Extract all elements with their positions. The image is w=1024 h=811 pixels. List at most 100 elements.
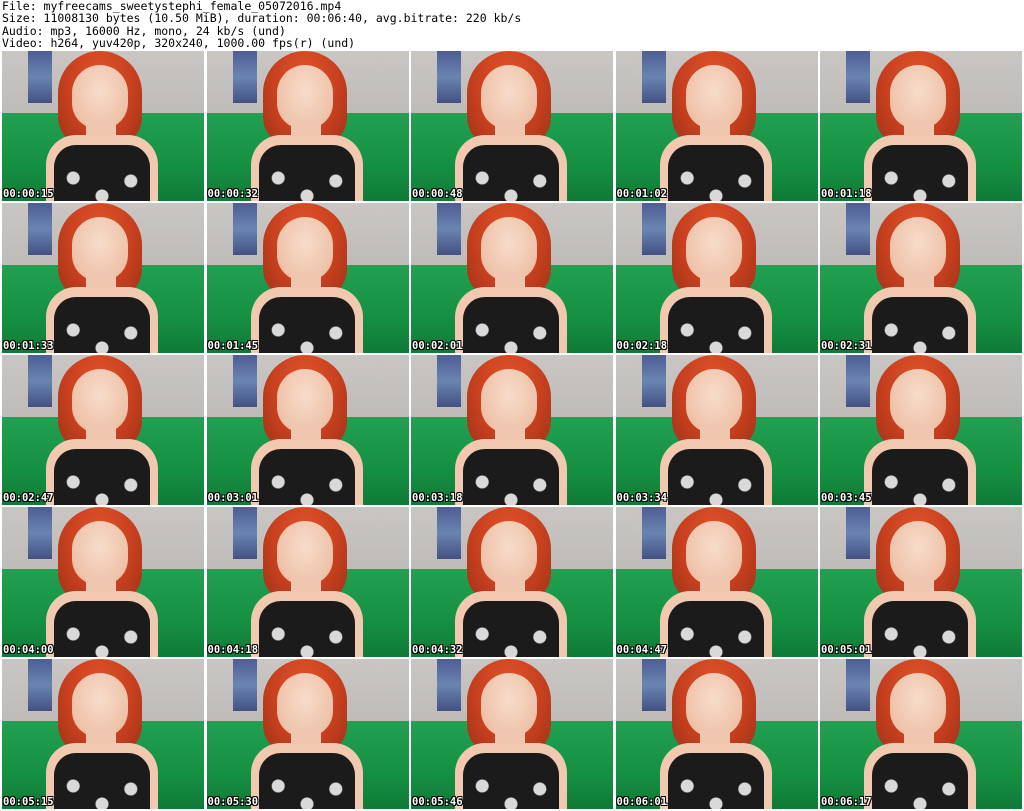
- thumbnail-wall-art: [232, 507, 257, 559]
- thumbnail-wall-art: [28, 507, 52, 559]
- thumbnail-timestamp: 00:00:48: [412, 188, 463, 200]
- thumbnail-top: [872, 753, 968, 809]
- thumbnail-face: [890, 369, 946, 433]
- thumbnail-face: [481, 369, 537, 433]
- video-thumbnail: 00:04:00: [2, 507, 204, 657]
- thumbnail-top: [54, 753, 150, 809]
- thumbnail-face: [276, 369, 333, 433]
- video-thumbnail: 00:01:33: [2, 203, 204, 353]
- video-thumbnail: 00:04:32: [411, 507, 613, 657]
- thumbnail-wall-art: [28, 51, 52, 103]
- video-thumbnail: 00:01:18: [820, 51, 1022, 201]
- thumbnail-face: [685, 217, 742, 281]
- thumbnail-top: [463, 449, 559, 505]
- thumbnail-wall-art: [437, 51, 461, 103]
- thumbnail-top: [463, 601, 559, 657]
- thumbnail-wall-art: [437, 203, 461, 255]
- video-thumbnail: 00:00:32: [206, 51, 409, 201]
- thumbnail-timestamp: 00:02:01: [412, 340, 463, 352]
- thumbnail-wall-art: [28, 659, 52, 711]
- thumbnail-timestamp: 00:01:45: [207, 340, 259, 352]
- thumbnail-face: [276, 217, 333, 281]
- thumbnail-wall-art: [437, 355, 461, 407]
- video-thumbnail: 00:00:15: [2, 51, 204, 201]
- thumbnail-top: [872, 449, 968, 505]
- thumbnail-timestamp: 00:01:33: [3, 340, 54, 352]
- thumbnail-top: [463, 753, 559, 809]
- thumbnail-timestamp: 00:00:15: [3, 188, 54, 200]
- video-info-line: Video: h264, yuv420p, 320x240, 1000.00 f…: [2, 36, 356, 51]
- thumbnail-top: [258, 449, 355, 505]
- thumbnail-face: [890, 673, 946, 737]
- thumbnail-timestamp: 00:06:17: [821, 796, 872, 808]
- thumbnail-wall-art: [846, 203, 870, 255]
- thumbnail-wall-art: [437, 659, 461, 711]
- video-thumbnail: 00:05:01: [820, 507, 1022, 657]
- thumbnail-top: [463, 297, 559, 353]
- thumbnail-timestamp: 00:01:18: [821, 188, 872, 200]
- thumbnail-face: [72, 521, 128, 585]
- thumbnail-wall-art: [232, 203, 257, 255]
- thumbnail-face: [72, 217, 128, 281]
- thumbnail-face: [481, 65, 537, 129]
- thumbnail-timestamp: 00:00:32: [207, 188, 259, 200]
- thumbnail-wall-art: [641, 355, 666, 407]
- thumbnail-wall-art: [437, 507, 461, 559]
- video-thumbnail: 00:04:47: [615, 507, 818, 657]
- thumbnail-top: [872, 297, 968, 353]
- thumbnail-face: [276, 673, 333, 737]
- video-thumbnail: 00:00:48: [411, 51, 613, 201]
- thumbnail-wall-art: [28, 203, 52, 255]
- thumbnail-face: [276, 521, 333, 585]
- thumbnail-timestamp: 00:04:32: [412, 644, 463, 656]
- thumbnail-timestamp: 00:03:34: [616, 492, 668, 504]
- thumbnail-timestamp: 00:02:47: [3, 492, 54, 504]
- video-thumbnail: 00:03:18: [411, 355, 613, 505]
- thumbnail-timestamp: 00:05:15: [3, 796, 54, 808]
- video-thumbnail: 00:02:18: [615, 203, 818, 353]
- video-thumbnail: 00:05:15: [2, 659, 204, 809]
- thumbnail-wall-art: [846, 507, 870, 559]
- thumbnail-timestamp: 00:02:31: [821, 340, 872, 352]
- thumbnail-face: [685, 673, 742, 737]
- thumbnail-wall-art: [641, 659, 666, 711]
- thumbnail-top: [667, 601, 764, 657]
- thumbnail-top: [872, 601, 968, 657]
- thumbnail-face: [890, 521, 946, 585]
- thumbnail-face: [890, 65, 946, 129]
- thumbnail-timestamp: 00:04:18: [207, 644, 259, 656]
- video-thumbnail: 00:06:17: [820, 659, 1022, 809]
- thumbnail-top: [872, 145, 968, 201]
- video-thumbnail: 00:03:34: [615, 355, 818, 505]
- video-thumbnail: 00:02:01: [411, 203, 613, 353]
- thumbnail-wall-art: [232, 51, 257, 103]
- thumbnail-top: [54, 297, 150, 353]
- thumbnail-wall-art: [641, 203, 666, 255]
- video-thumbnail: 00:05:30: [206, 659, 409, 809]
- thumbnail-timestamp: 00:06:01: [616, 796, 668, 808]
- thumbnail-top: [258, 145, 355, 201]
- thumbnail-face: [481, 217, 537, 281]
- thumbnail-wall-art: [28, 355, 52, 407]
- thumbnail-timestamp: 00:01:02: [616, 188, 668, 200]
- thumbnail-top: [258, 601, 355, 657]
- thumbnail-timestamp: 00:04:47: [616, 644, 668, 656]
- thumbnail-top: [667, 449, 764, 505]
- thumbnail-top: [54, 449, 150, 505]
- thumbnail-top: [667, 297, 764, 353]
- thumbnail-top: [667, 145, 764, 201]
- video-thumbnail: 00:02:31: [820, 203, 1022, 353]
- thumbnail-timestamp: 00:02:18: [616, 340, 668, 352]
- thumbnail-face: [481, 673, 537, 737]
- thumbnail-face: [685, 65, 742, 129]
- video-thumbnail: 00:06:01: [615, 659, 818, 809]
- thumbnail-wall-art: [641, 507, 666, 559]
- video-thumbnail: 00:02:47: [2, 355, 204, 505]
- file-info-header: File: myfreecams_sweetystephi_female_050…: [2, 0, 1022, 50]
- video-thumbnail: 00:03:01: [206, 355, 409, 505]
- thumbnail-wall-art: [846, 355, 870, 407]
- thumbnail-top: [258, 297, 355, 353]
- thumbnail-wall-art: [846, 659, 870, 711]
- thumbnail-face: [72, 673, 128, 737]
- thumbnail-face: [72, 65, 128, 129]
